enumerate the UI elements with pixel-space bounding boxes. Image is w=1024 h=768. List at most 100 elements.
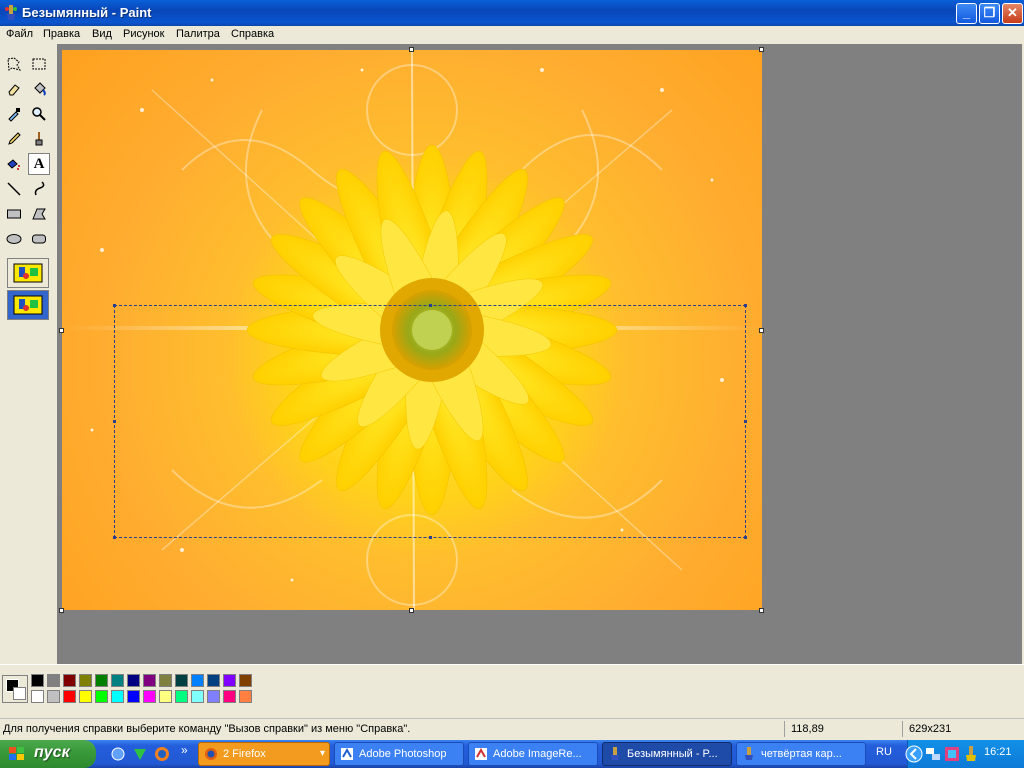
color-swatch[interactable] — [127, 690, 140, 703]
menu-image[interactable]: Рисунок — [123, 28, 165, 40]
color-swatch[interactable] — [223, 674, 236, 687]
color-swatch[interactable] — [31, 674, 44, 687]
tray-app-icon[interactable] — [944, 746, 960, 762]
quicklaunch-firefox-icon[interactable] — [154, 746, 170, 762]
selection-handle[interactable] — [113, 304, 116, 307]
selection-handle[interactable] — [429, 304, 432, 307]
selection-handle[interactable] — [113, 536, 116, 539]
airbrush-icon[interactable] — [3, 153, 25, 175]
background-color[interactable] — [13, 687, 26, 700]
color-swatch[interactable] — [31, 690, 44, 703]
quicklaunch-arrow-icon[interactable] — [132, 746, 148, 762]
tray-expand-icon[interactable] — [905, 745, 923, 763]
start-button[interactable]: пуск — [0, 740, 96, 768]
maximize-button[interactable]: ❐ — [979, 3, 1000, 24]
color-swatch[interactable] — [191, 674, 204, 687]
firefox-icon — [205, 748, 217, 760]
canvas-handle-left[interactable] — [59, 328, 64, 333]
color-swatch[interactable] — [111, 674, 124, 687]
menu-edit[interactable]: Правка — [43, 28, 80, 40]
color-picker-icon[interactable] — [3, 103, 25, 125]
color-swatch[interactable] — [63, 674, 76, 687]
canvas-handle-bottom-right[interactable] — [759, 608, 764, 613]
toolbox: A — [0, 44, 58, 664]
color-swatch[interactable] — [79, 690, 92, 703]
quicklaunch-browser-icon[interactable] — [110, 746, 126, 762]
status-bar: Для получения справки выберите команду "… — [0, 718, 1024, 741]
clock: 16:21 — [984, 746, 1012, 758]
paint-tray-icon[interactable] — [963, 746, 979, 762]
color-swatch[interactable] — [95, 674, 108, 687]
text-tool-label: A — [33, 155, 45, 172]
task-imageready[interactable]: Adobe ImageRe... — [468, 742, 598, 766]
color-swatch[interactable] — [127, 674, 140, 687]
ellipse-icon[interactable] — [3, 228, 25, 250]
selection-rectangle[interactable] — [114, 305, 746, 538]
canvas-handle-top[interactable] — [409, 47, 414, 52]
selection-handle[interactable] — [744, 420, 747, 423]
color-swatch[interactable] — [95, 690, 108, 703]
color-swatch[interactable] — [159, 690, 172, 703]
system-tray: 16:21 — [905, 740, 1024, 768]
color-swatch[interactable] — [175, 674, 188, 687]
eraser-icon[interactable] — [3, 78, 25, 100]
selection-size: 629x231 — [902, 721, 1019, 737]
minimize-button[interactable]: _ — [956, 3, 977, 24]
opaque-option[interactable] — [7, 258, 49, 288]
color-swatch[interactable] — [47, 674, 60, 687]
color-swatch[interactable] — [191, 690, 204, 703]
selection-handle[interactable] — [744, 304, 747, 307]
task-label: Adobe Photoshop — [359, 748, 447, 760]
canvas-handle-bottom-left[interactable] — [59, 608, 64, 613]
color-swatch[interactable] — [63, 690, 76, 703]
fill-bucket-icon[interactable] — [28, 78, 50, 100]
color-swatch[interactable] — [159, 674, 172, 687]
canvas-handle-right[interactable] — [759, 328, 764, 333]
windows-logo-icon — [9, 747, 24, 760]
current-colors — [2, 675, 28, 703]
magnifier-icon[interactable] — [28, 103, 50, 125]
color-swatch[interactable] — [79, 674, 92, 687]
task-photoshop[interactable]: Adobe Photoshop — [334, 742, 464, 766]
task-firefox[interactable]: 2 Firefox ▾ — [198, 742, 330, 766]
color-swatch[interactable] — [207, 674, 220, 687]
polygon-icon[interactable] — [28, 203, 50, 225]
color-swatch[interactable] — [223, 690, 236, 703]
rectangle-icon[interactable] — [3, 203, 25, 225]
quicklaunch-more[interactable]: » — [181, 743, 188, 757]
canvas-handle-bottom[interactable] — [409, 608, 414, 613]
selection-handle[interactable] — [113, 420, 116, 423]
rounded-rect-icon[interactable] — [28, 228, 50, 250]
network-icon[interactable] — [925, 746, 941, 762]
color-swatch[interactable] — [175, 690, 188, 703]
transparent-option[interactable] — [7, 290, 49, 320]
pencil-icon[interactable] — [3, 128, 25, 150]
task-paint-second[interactable]: четвёртая кар... — [736, 742, 866, 766]
close-button[interactable]: ✕ — [1002, 3, 1023, 24]
color-swatch[interactable] — [207, 690, 220, 703]
brush-icon[interactable] — [28, 128, 50, 150]
selection-handle[interactable] — [429, 536, 432, 539]
curve-icon[interactable] — [28, 178, 50, 200]
task-paint[interactable]: Безымянный - P... — [602, 742, 732, 766]
paint-icon — [745, 747, 753, 760]
menu-view[interactable]: Вид — [92, 28, 112, 40]
color-swatch[interactable] — [143, 690, 156, 703]
text-tool-icon[interactable]: A — [28, 153, 50, 175]
menu-file[interactable]: Файл — [6, 28, 33, 40]
language-indicator[interactable]: RU — [876, 746, 892, 758]
selection-handle[interactable] — [744, 536, 747, 539]
color-swatch[interactable] — [239, 690, 252, 703]
canvas-handle-top-right[interactable] — [759, 47, 764, 52]
color-swatch[interactable] — [239, 674, 252, 687]
menu-help[interactable]: Справка — [231, 28, 274, 40]
menu-palette[interactable]: Палитра — [176, 28, 220, 40]
line-icon[interactable] — [3, 178, 25, 200]
color-swatch[interactable] — [47, 690, 60, 703]
color-swatch[interactable] — [143, 674, 156, 687]
paint-app-icon — [5, 5, 17, 20]
free-form-select-icon[interactable] — [3, 53, 25, 75]
start-label: пуск — [34, 744, 70, 761]
rect-select-icon[interactable] — [28, 53, 50, 75]
color-swatch[interactable] — [111, 690, 124, 703]
